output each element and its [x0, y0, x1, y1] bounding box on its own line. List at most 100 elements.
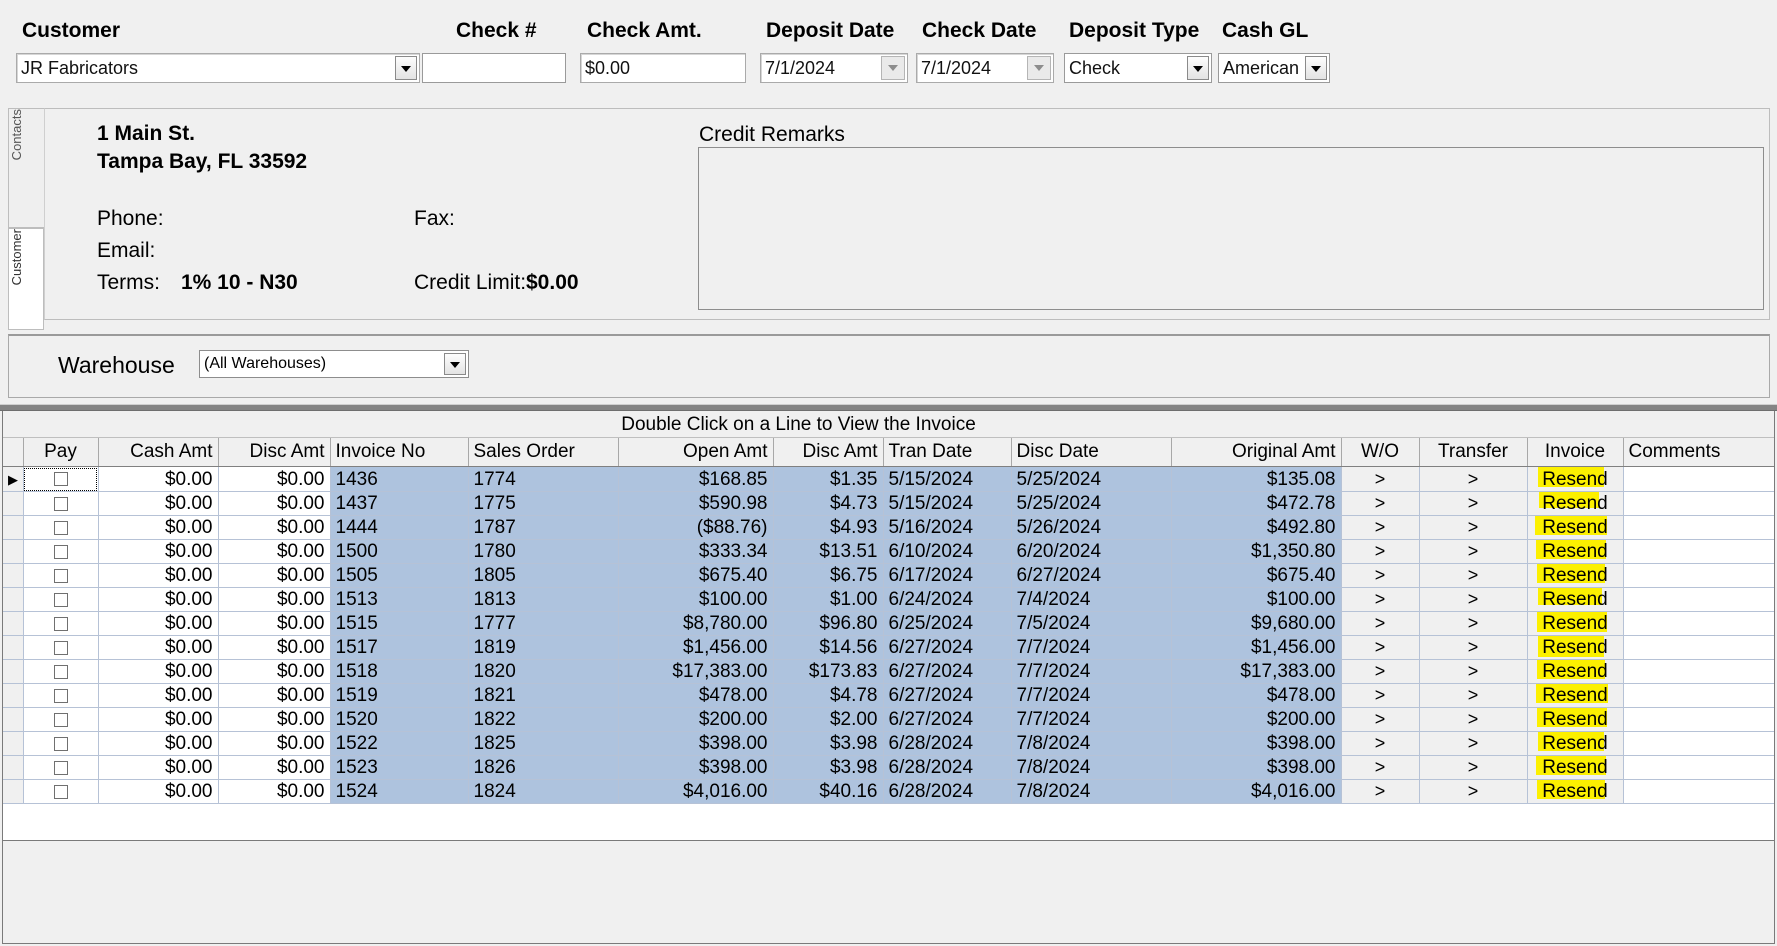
transfer-button[interactable]: > [1419, 611, 1528, 636]
resend-link[interactable]: Resend [1538, 635, 1610, 659]
column-header-cash-amt[interactable]: Cash Amt [98, 438, 219, 467]
table-row[interactable]: $0.00 $0.00 1520 1822 $200.00 $2.00 6/27/2024 7… [3, 707, 1774, 732]
column-header-wo[interactable]: W/O [1341, 438, 1420, 467]
resend-link[interactable]: Resend [1537, 659, 1610, 683]
row-marker[interactable] [3, 587, 24, 612]
wo-button[interactable]: > [1341, 491, 1420, 516]
table-row[interactable]: $0.00 $0.00 1444 1787 ($88.76) $4.93 5/16/2024… [3, 515, 1774, 540]
pay-checkbox-cell[interactable] [23, 539, 99, 564]
table-row[interactable]: $0.00 $0.00 1500 1780 $333.34 $13.51 6/10/2024… [3, 539, 1774, 564]
resend-link[interactable]: Resend [1536, 683, 1610, 707]
pay-checkbox[interactable] [53, 736, 68, 751]
row-marker[interactable] [3, 731, 24, 756]
pay-checkbox[interactable] [53, 640, 68, 655]
resend-link[interactable]: Resend [1537, 707, 1610, 731]
table-row[interactable]: ▶ $0.00 $0.00 1436 1774 $168.85 $1.35 5/15/2024… [3, 466, 1774, 492]
row-marker[interactable] [3, 515, 24, 540]
column-header-disc-date[interactable]: Disc Date [1011, 438, 1172, 467]
cell-comments[interactable] [1623, 563, 1774, 588]
pay-checkbox-cell[interactable] [23, 563, 99, 588]
pay-checkbox-cell[interactable] [23, 466, 99, 492]
wo-button[interactable]: > [1341, 779, 1420, 804]
column-header-transfer[interactable]: Transfer [1419, 438, 1528, 467]
column-header-invoice-no[interactable]: Invoice No [330, 438, 469, 467]
resend-link[interactable]: Resend [1537, 563, 1610, 587]
resend-link[interactable]: Resend [1537, 779, 1610, 803]
cell-comments[interactable] [1623, 755, 1774, 780]
cell-comments[interactable] [1623, 515, 1774, 540]
resend-invoice-button[interactable]: Resend [1527, 563, 1624, 588]
pay-checkbox[interactable] [53, 712, 68, 727]
cell-comments[interactable] [1623, 539, 1774, 564]
resend-link[interactable]: Resend [1535, 515, 1610, 539]
resend-link[interactable]: Resend [1538, 731, 1610, 755]
cell-comments[interactable] [1623, 707, 1774, 732]
row-marker[interactable] [3, 779, 24, 804]
transfer-button[interactable]: > [1419, 587, 1528, 612]
pay-checkbox-cell[interactable] [23, 707, 99, 732]
pay-checkbox[interactable] [53, 592, 68, 607]
pay-checkbox[interactable] [53, 544, 68, 559]
row-marker[interactable] [3, 611, 24, 636]
cell-comments[interactable] [1623, 611, 1774, 636]
wo-button[interactable]: > [1341, 635, 1420, 660]
pay-checkbox-cell[interactable] [23, 731, 99, 756]
resend-invoice-button[interactable]: Resend [1527, 779, 1624, 804]
row-marker[interactable] [3, 491, 24, 516]
resend-invoice-button[interactable]: Resend [1527, 515, 1624, 540]
row-marker[interactable] [3, 707, 24, 732]
column-header-tran-date[interactable]: Tran Date [883, 438, 1012, 467]
pay-checkbox[interactable] [53, 472, 68, 487]
transfer-button[interactable]: > [1419, 755, 1528, 780]
credit-remarks-textarea[interactable] [698, 147, 1764, 310]
row-marker[interactable] [3, 683, 24, 708]
wo-button[interactable]: > [1341, 515, 1420, 540]
pay-checkbox[interactable] [53, 664, 68, 679]
pay-checkbox[interactable] [53, 568, 68, 583]
resend-invoice-button[interactable]: Resend [1527, 755, 1624, 780]
chevron-down-icon[interactable] [1187, 56, 1209, 80]
resend-invoice-button[interactable]: Resend [1527, 491, 1624, 516]
pay-checkbox[interactable] [53, 760, 68, 775]
chevron-down-icon[interactable] [1305, 56, 1327, 80]
resend-invoice-button[interactable]: Resend [1527, 731, 1624, 756]
deposit-date-input[interactable]: 7/1/2024 [760, 53, 908, 83]
transfer-button[interactable]: > [1419, 635, 1528, 660]
pay-checkbox-cell[interactable] [23, 779, 99, 804]
column-header-disc-amt[interactable]: Disc Amt [773, 438, 884, 467]
table-row[interactable]: $0.00 $0.00 1518 1820 $17,383.00 $173.83 6/27/… [3, 659, 1774, 684]
pay-checkbox[interactable] [53, 520, 68, 535]
column-header-invoice[interactable]: Invoice [1527, 438, 1624, 467]
transfer-button[interactable]: > [1419, 707, 1528, 732]
wo-button[interactable]: > [1341, 755, 1420, 780]
row-marker[interactable]: ▶ [3, 466, 24, 492]
resend-invoice-button[interactable]: Resend [1527, 611, 1624, 636]
cell-comments[interactable] [1623, 731, 1774, 756]
row-marker[interactable] [3, 539, 24, 564]
pay-checkbox[interactable] [53, 688, 68, 703]
row-marker[interactable] [3, 563, 24, 588]
check-date-input[interactable]: 7/1/2024 [916, 53, 1054, 83]
chevron-down-icon[interactable] [395, 56, 417, 80]
pay-checkbox-cell[interactable] [23, 755, 99, 780]
table-row[interactable]: $0.00 $0.00 1515 1777 $8,780.00 $96.80 6/25/20… [3, 611, 1774, 636]
wo-button[interactable]: > [1341, 659, 1420, 684]
resend-link[interactable]: Resend [1536, 755, 1610, 779]
wo-button[interactable]: > [1341, 683, 1420, 708]
wo-button[interactable]: > [1341, 731, 1420, 756]
table-row[interactable]: $0.00 $0.00 1437 1775 $590.98 $4.73 5/15/2024 5… [3, 491, 1774, 516]
column-header-original-amt[interactable]: Original Amt [1171, 438, 1342, 467]
resend-invoice-button[interactable]: Resend [1527, 707, 1624, 732]
check-number-input[interactable] [422, 53, 566, 83]
calendar-dropdown-icon[interactable] [1027, 56, 1051, 80]
table-row[interactable]: $0.00 $0.00 1522 1825 $398.00 $3.98 6/28/2024 7… [3, 731, 1774, 756]
transfer-button[interactable]: > [1419, 466, 1528, 492]
resend-link[interactable]: Resend [1539, 491, 1610, 515]
pay-checkbox-cell[interactable] [23, 587, 99, 612]
table-row[interactable]: $0.00 $0.00 1519 1821 $478.00 $4.78 6/27/2024 7… [3, 683, 1774, 708]
customer-combo[interactable]: JR Fabricators [16, 53, 420, 83]
resend-link[interactable]: Resend [1536, 539, 1610, 563]
table-row[interactable]: $0.00 $0.00 1505 1805 $675.40 $6.75 6/17/2024 6… [3, 563, 1774, 588]
cell-comments[interactable] [1623, 587, 1774, 612]
transfer-button[interactable]: > [1419, 659, 1528, 684]
